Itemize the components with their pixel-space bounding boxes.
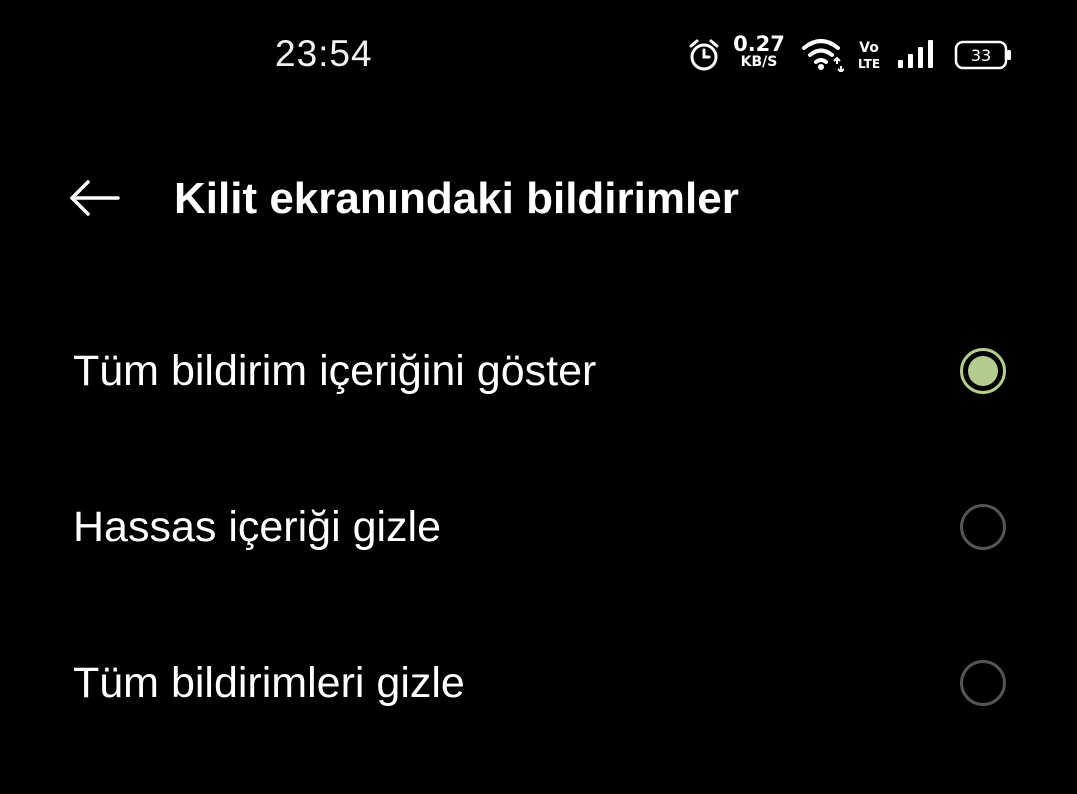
- radio-button[interactable]: [960, 504, 1006, 550]
- volte-bottom-text: LTE: [858, 57, 880, 71]
- volte-top-text: Vo: [859, 40, 879, 56]
- option-label: Tüm bildirimleri gizle: [73, 659, 465, 707]
- option-hide-sensitive[interactable]: Hassas içeriği gizle: [0, 449, 1077, 605]
- app-bar: Kilit ekranındaki bildirimler: [0, 150, 1077, 245]
- signal-icon: [898, 40, 933, 68]
- network-speed: 0.27 KB/S: [732, 33, 786, 69]
- battery-level: 33: [971, 46, 991, 65]
- option-label: Hassas içeriği gizle: [73, 503, 442, 551]
- radio-button-selected[interactable]: [960, 348, 1006, 394]
- network-speed-unit: KB/S: [740, 54, 778, 70]
- radio-button[interactable]: [960, 660, 1006, 706]
- status-bar: 23:54 0.27 KB/S Vo LTE 33: [0, 0, 1077, 108]
- wifi-icon: [802, 39, 844, 72]
- battery-icon: 33: [954, 40, 1011, 70]
- status-time: 23:54: [275, 33, 373, 74]
- alarm-icon: [689, 39, 719, 71]
- network-speed-value: 0.27: [733, 32, 785, 56]
- volte-icon: Vo LTE: [858, 40, 880, 71]
- back-arrow-icon[interactable]: [60, 170, 130, 226]
- radio-option-list: Tüm bildirim içeriğini göster Hassas içe…: [0, 293, 1077, 761]
- radio-selected-dot: [968, 356, 998, 386]
- option-hide-all[interactable]: Tüm bildirimleri gizle: [0, 605, 1077, 761]
- option-label: Tüm bildirim içeriğini göster: [73, 347, 597, 395]
- option-show-all-content[interactable]: Tüm bildirim içeriğini göster: [0, 293, 1077, 449]
- page-title: Kilit ekranındaki bildirimler: [174, 174, 739, 223]
